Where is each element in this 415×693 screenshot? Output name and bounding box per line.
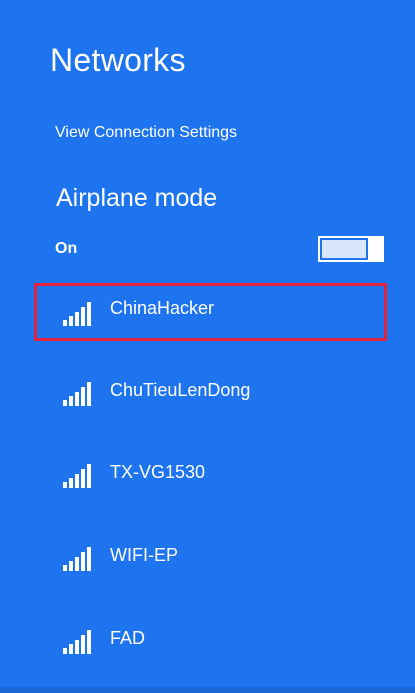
network-ssid: ChinaHacker xyxy=(110,298,215,318)
airplane-mode-state-label: On xyxy=(55,240,78,257)
page-title: Networks xyxy=(50,42,186,78)
network-item-chutieulendong[interactable]: ChuTieuLenDong xyxy=(38,367,384,417)
wifi-signal-icon xyxy=(63,464,91,488)
view-connection-settings-link[interactable]: View Connection Settings xyxy=(55,124,237,142)
network-ssid: WIFI-EP xyxy=(110,545,178,565)
network-item-chinahacker[interactable]: ChinaHacker xyxy=(34,283,387,341)
airplane-mode-heading: Airplane mode xyxy=(56,184,218,212)
network-item-fad[interactable]: FAD xyxy=(38,615,384,665)
panel-bottom-edge xyxy=(0,687,415,693)
network-item-wifi-ep[interactable]: WIFI-EP xyxy=(38,532,384,582)
network-item-tx-vg1530[interactable]: TX-VG1530 xyxy=(38,449,384,499)
airplane-mode-toggle[interactable] xyxy=(318,236,384,262)
networks-panel: Networks View Connection Settings Airpla… xyxy=(0,0,415,693)
wifi-signal-icon xyxy=(63,382,91,406)
wifi-signal-icon xyxy=(63,302,91,326)
wifi-signal-icon xyxy=(63,630,91,654)
toggle-track-fill xyxy=(322,240,366,258)
toggle-thumb xyxy=(368,236,382,262)
network-ssid: FAD xyxy=(110,628,146,648)
network-ssid: TX-VG1530 xyxy=(110,462,206,482)
network-ssid: ChuTieuLenDong xyxy=(110,380,251,400)
wifi-signal-icon xyxy=(63,547,91,571)
